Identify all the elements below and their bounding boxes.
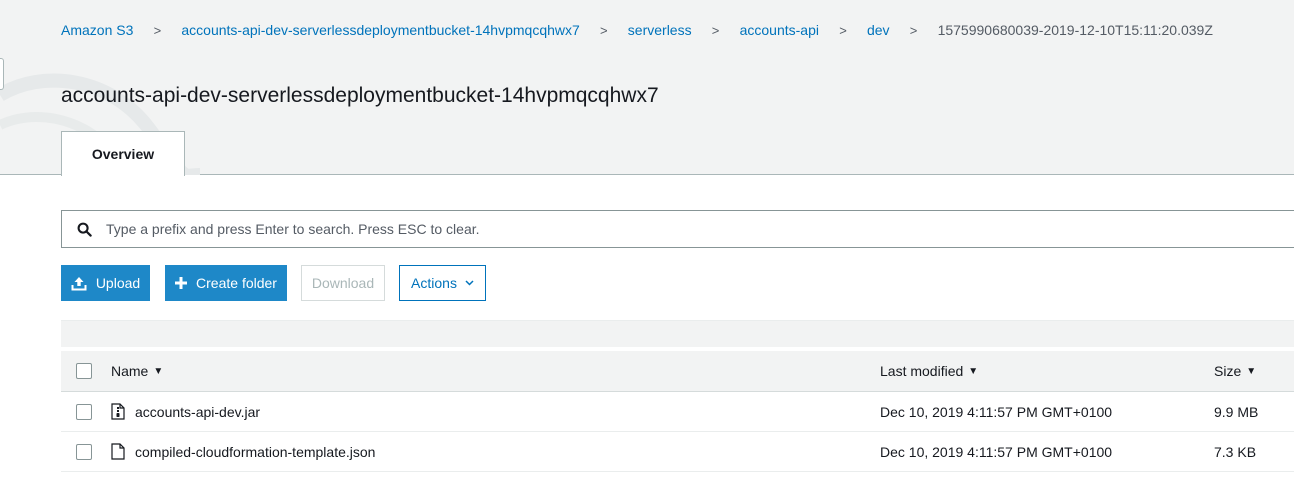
sort-down-icon: ▼ (153, 365, 164, 377)
breadcrumb-current-folder: 1575990680039-2019-12-10T15:11:20.039Z (937, 22, 1213, 38)
file-icon (111, 443, 125, 460)
column-header-size[interactable]: Size ▼ (1214, 351, 1256, 391)
download-button-label: Download (311, 275, 375, 291)
breadcrumb-bucket[interactable]: accounts-api-dev-serverlessdeploymentbuc… (181, 22, 579, 38)
row-checkbox[interactable] (76, 443, 92, 460)
size-cell: 7.3 KB (1214, 443, 1257, 460)
row-checkbox[interactable] (76, 403, 92, 420)
file-name-link[interactable]: compiled-cloudformation-template.json (135, 444, 375, 460)
sidebar-toggle[interactable] (0, 58, 4, 90)
column-header-last-modified-label: Last modified (880, 363, 964, 379)
table-row[interactable]: accounts-api-dev.jar Dec 10, 2019 4:11:5… (61, 392, 1294, 432)
search-icon (62, 222, 106, 237)
breadcrumb-separator: > (153, 22, 162, 38)
select-all-checkbox[interactable] (76, 363, 92, 379)
breadcrumb-serverless[interactable]: serverless (628, 22, 692, 38)
breadcrumb-accounts-api[interactable]: accounts-api (740, 22, 819, 38)
file-name-link[interactable]: accounts-api-dev.jar (135, 404, 260, 420)
breadcrumb-separator: > (909, 22, 918, 38)
create-folder-button[interactable]: Create folder (165, 265, 287, 301)
page-header: Amazon S3 > accounts-api-dev-serverlessd… (0, 0, 1294, 176)
table-row[interactable]: compiled-cloudformation-template.json De… (61, 432, 1294, 472)
sort-down-icon: ▼ (1246, 365, 1257, 377)
sort-down-icon: ▼ (968, 365, 979, 377)
upload-button[interactable]: Upload (61, 265, 150, 301)
table-header: Name ▼ Last modified ▼ Size ▼ (61, 351, 1294, 392)
chevron-down-icon (465, 280, 474, 286)
breadcrumb-amazon-s3[interactable]: Amazon S3 (61, 22, 133, 38)
last-modified-cell: Dec 10, 2019 4:11:57 PM GMT+0100 (880, 403, 1113, 420)
breadcrumb: Amazon S3 > accounts-api-dev-serverlessd… (61, 21, 1213, 39)
breadcrumb-separator: > (839, 22, 847, 38)
column-header-size-label: Size (1214, 363, 1242, 379)
search-bar (61, 210, 1294, 248)
download-button[interactable]: Download (301, 265, 385, 301)
actions-dropdown-label: Actions (411, 275, 457, 291)
create-folder-button-label: Create folder (196, 275, 277, 291)
breadcrumb-dev[interactable]: dev (867, 22, 890, 38)
breadcrumb-separator: > (711, 22, 720, 38)
breadcrumb-separator: > (600, 22, 608, 38)
archive-file-icon (111, 403, 125, 420)
size-cell: 9.9 MB (1214, 403, 1259, 420)
tab-overview[interactable]: Overview (61, 131, 185, 176)
last-modified-cell: Dec 10, 2019 4:11:57 PM GMT+0100 (880, 443, 1113, 460)
page-title: accounts-api-dev-serverlessdeploymentbuc… (61, 84, 659, 107)
actions-dropdown[interactable]: Actions (399, 265, 486, 301)
column-header-name-label: Name (111, 363, 149, 379)
upload-button-label: Upload (95, 275, 141, 291)
search-input[interactable] (106, 212, 1256, 246)
table-toolbar-band (61, 320, 1294, 347)
column-header-name[interactable]: Name ▼ (111, 351, 163, 391)
column-header-last-modified[interactable]: Last modified ▼ (880, 351, 978, 391)
upload-icon (71, 276, 87, 291)
plus-icon (175, 277, 188, 289)
